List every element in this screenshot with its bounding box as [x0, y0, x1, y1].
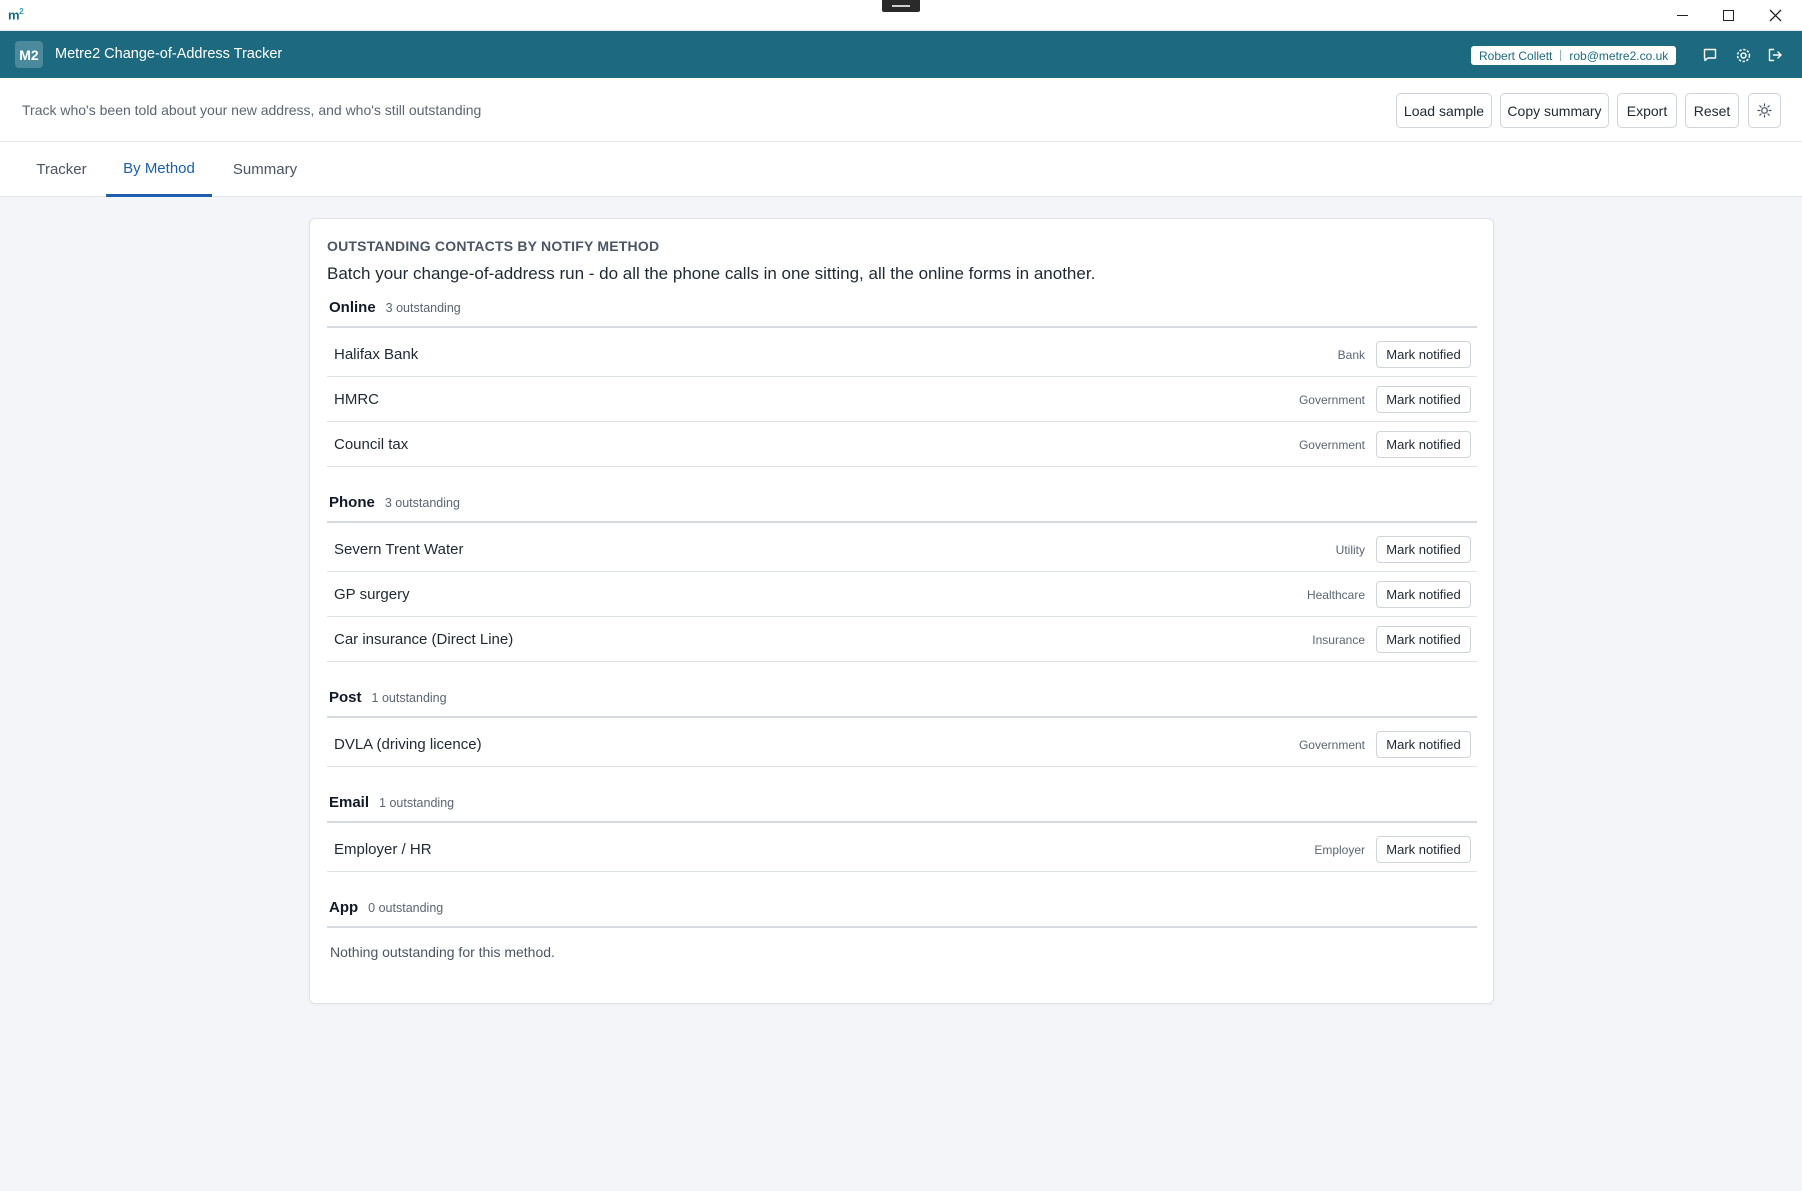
mark-notified-button[interactable]: Mark notified — [1376, 626, 1471, 653]
contact-category: Insurance — [1312, 633, 1365, 647]
contact-row: HMRC Government Mark notified — [327, 377, 1477, 422]
mark-notified-button[interactable]: Mark notified — [1376, 536, 1471, 563]
contact-name: HMRC — [334, 391, 379, 408]
outstanding-by-method-card: OUTSTANDING CONTACTS BY NOTIFY METHOD Ba… — [309, 218, 1494, 1004]
outstanding-count: 1 outstanding — [379, 796, 455, 810]
page-subtitle: Track who's been told about your new add… — [22, 102, 482, 118]
mark-notified-button[interactable]: Mark notified — [1376, 386, 1471, 413]
tab-bar: Tracker By Method Summary — [0, 142, 1802, 197]
contact-row: Car insurance (Direct Line) Insurance Ma… — [327, 617, 1477, 662]
contact-category: Employer — [1314, 843, 1365, 857]
card-heading: OUTSTANDING CONTACTS BY NOTIFY METHOD — [327, 238, 660, 254]
minimize-button[interactable] — [1659, 0, 1705, 31]
contact-row: Severn Trent Water Utility Mark notified — [327, 527, 1477, 572]
mark-notified-button[interactable]: Mark notified — [1376, 836, 1471, 863]
os-app-icon: m2 — [8, 7, 24, 23]
sun-icon — [1757, 103, 1772, 118]
contact-name: Employer / HR — [334, 841, 432, 858]
contact-row: Employer / HR Employer Mark notified — [327, 827, 1477, 872]
method-name: Phone — [329, 494, 375, 511]
window-title-bar: m2 — [0, 0, 1802, 31]
copy-summary-button[interactable]: Copy summary — [1500, 93, 1609, 128]
minimize-icon — [1676, 15, 1688, 16]
outstanding-count: 0 outstanding — [368, 901, 444, 915]
reset-button[interactable]: Reset — [1685, 93, 1739, 128]
app-title: Metre2 Change-of-Address Tracker — [55, 46, 283, 62]
toolbar: Track who's been told about your new add… — [0, 78, 1802, 142]
contact-category: Bank — [1337, 348, 1365, 362]
empty-method-note: Nothing outstanding for this method. — [330, 944, 555, 960]
tab-tracker[interactable]: Tracker — [24, 142, 99, 197]
method-name: Post — [329, 689, 362, 706]
method-group-phone: Phone 3 outstanding — [327, 494, 1477, 523]
contact-category: Utility — [1335, 543, 1365, 557]
contact-name: DVLA (driving licence) — [334, 736, 482, 753]
mark-notified-button[interactable]: Mark notified — [1376, 731, 1471, 758]
user-chip[interactable]: Robert Collett rob@metre2.co.uk — [1471, 46, 1677, 65]
mark-notified-button[interactable]: Mark notified — [1376, 581, 1471, 608]
contact-name: Halifax Bank — [334, 346, 419, 363]
contact-category: Government — [1298, 738, 1365, 752]
tab-summary[interactable]: Summary — [220, 142, 310, 197]
method-group-online: Online 3 outstanding — [327, 299, 1477, 328]
app-header: M2 Metre2 Change-of-Address Tracker Robe… — [0, 31, 1802, 78]
method-name: App — [329, 899, 359, 916]
contact-category: Healthcare — [1306, 588, 1365, 602]
close-window-button[interactable] — [1752, 0, 1798, 31]
method-name: Email — [329, 794, 370, 811]
gear-icon — [1736, 48, 1750, 62]
user-email: rob@metre2.co.uk — [1569, 48, 1669, 63]
contact-row: GP surgery Healthcare Mark notified — [327, 572, 1477, 617]
tab-by-method[interactable]: By Method — [106, 142, 212, 197]
mark-notified-button[interactable]: Mark notified — [1376, 341, 1471, 368]
contact-category: Government — [1298, 393, 1365, 407]
contact-row: Council tax Government Mark notified — [327, 422, 1477, 467]
contact-row: DVLA (driving licence) Government Mark n… — [327, 722, 1477, 767]
maximize-button[interactable] — [1705, 0, 1751, 31]
settings-button[interactable] — [1731, 43, 1755, 67]
outstanding-count: 3 outstanding — [384, 496, 460, 510]
close-icon — [1769, 9, 1781, 22]
os-logo-sup: 2 — [19, 7, 24, 16]
contact-name: Council tax — [334, 436, 409, 453]
card-description: Batch your change-of-address run - do al… — [327, 264, 1096, 283]
contact-row: Halifax Bank Bank Mark notified — [327, 332, 1477, 377]
outstanding-count: 1 outstanding — [371, 691, 447, 705]
method-group-email: Email 1 outstanding — [327, 794, 1477, 823]
contact-name: GP surgery — [334, 586, 410, 603]
contact-name: Car insurance (Direct Line) — [334, 631, 514, 648]
chat-icon — [1703, 48, 1717, 62]
method-group-app: App 0 outstanding — [327, 899, 1477, 928]
method-group-post: Post 1 outstanding — [327, 689, 1477, 718]
contact-name: Severn Trent Water — [334, 541, 464, 558]
mark-notified-button[interactable]: Mark notified — [1376, 431, 1471, 458]
os-logo-text: m — [8, 7, 20, 23]
user-chip-divider — [1560, 50, 1562, 61]
load-sample-button[interactable]: Load sample — [1396, 93, 1492, 128]
snap-grip-handle[interactable] — [882, 0, 920, 12]
app-logo: M2 — [15, 41, 43, 68]
contact-category: Government — [1298, 438, 1365, 452]
maximize-icon — [1722, 10, 1734, 21]
user-name: Robert Collett — [1479, 48, 1553, 63]
export-button[interactable]: Export — [1617, 93, 1677, 128]
method-name: Online — [329, 299, 376, 316]
theme-toggle-button[interactable] — [1748, 93, 1781, 128]
feedback-button[interactable] — [1698, 43, 1722, 67]
outstanding-count: 3 outstanding — [385, 301, 461, 315]
logout-button[interactable] — [1763, 43, 1787, 67]
logout-icon — [1768, 48, 1782, 62]
